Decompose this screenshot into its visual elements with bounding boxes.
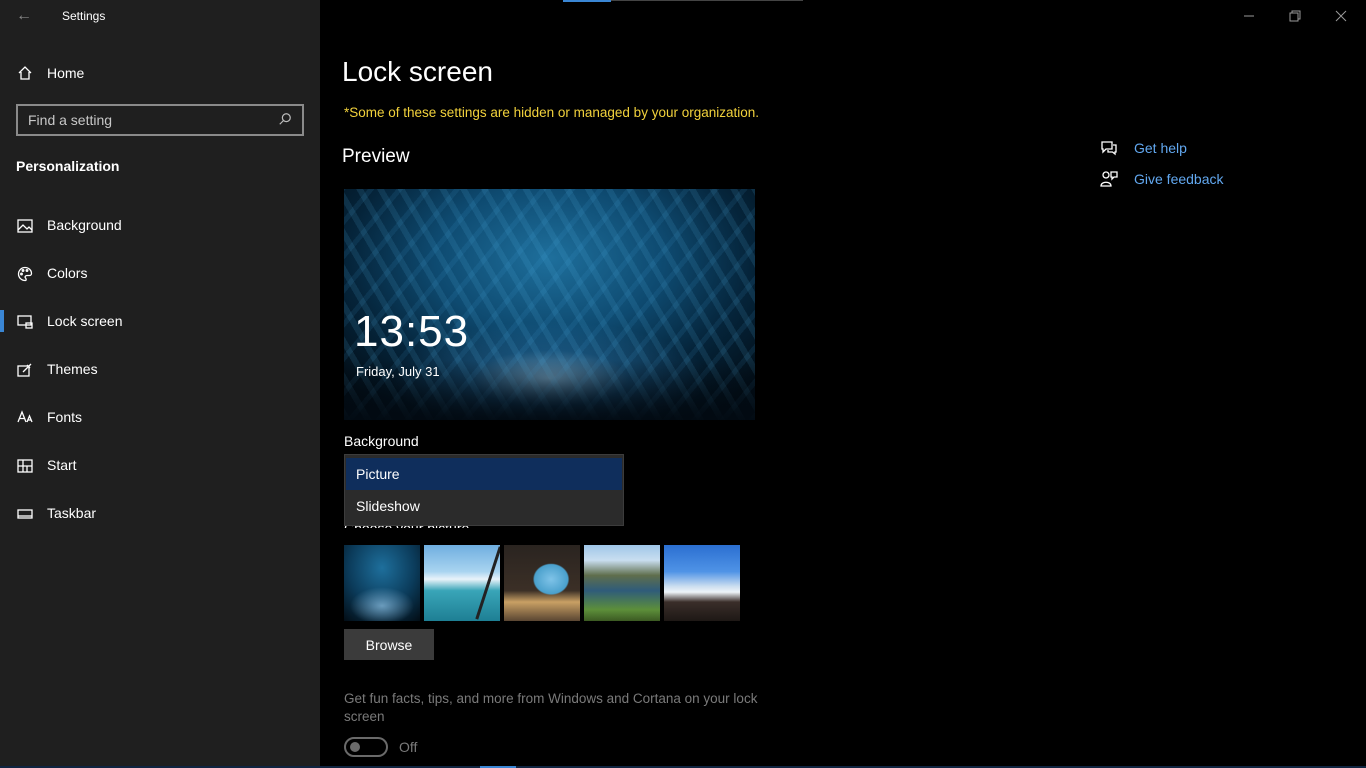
give-feedback-link[interactable]: Give feedback <box>1100 169 1300 191</box>
background-label: Background <box>344 433 419 449</box>
taskbar-icon <box>16 505 34 523</box>
close-icon[interactable] <box>1318 0 1364 32</box>
app-title: Settings <box>62 9 106 23</box>
preview-time: 13:53 <box>354 307 470 356</box>
browse-button[interactable]: Browse <box>344 629 434 660</box>
sidebar-item-label: Fonts <box>47 409 83 425</box>
fonts-icon <box>16 409 34 427</box>
sidebar-nav: Background Colors Lock screen Themes Fon… <box>0 206 320 542</box>
tips-setting-label: Get fun facts, tips, and more from Windo… <box>344 691 758 724</box>
give-feedback-label: Give feedback <box>1134 171 1224 187</box>
preview-date: Friday, July 31 <box>356 364 440 379</box>
picture-thumbnail[interactable] <box>664 545 740 621</box>
sidebar-item-label: Start <box>47 457 77 473</box>
tips-toggle-state: Off <box>399 739 418 755</box>
sidebar-item-label: Lock screen <box>47 313 123 329</box>
sidebar-item-label: Background <box>47 217 122 233</box>
home-icon <box>16 64 34 82</box>
sidebar-item-themes[interactable]: Themes <box>0 350 320 390</box>
sidebar-item-home[interactable]: Home <box>0 58 320 88</box>
get-help-label: Get help <box>1134 140 1187 156</box>
sidebar-item-label: Colors <box>47 265 88 281</box>
picture-thumbnail[interactable] <box>504 545 580 621</box>
sidebar-item-label: Themes <box>47 361 98 377</box>
dropdown-option-picture[interactable]: Picture <box>346 458 622 490</box>
restore-icon[interactable] <box>1272 0 1318 32</box>
background-dropdown[interactable]: Picture Slideshow <box>344 454 624 526</box>
preview-heading: Preview <box>342 146 410 167</box>
lock-screen-icon <box>16 313 34 331</box>
loading-indicator <box>563 0 803 2</box>
main-content: Lock screen *Some of these settings are … <box>320 0 1366 768</box>
picture-icon <box>16 217 34 235</box>
titlebar: ← Settings <box>0 0 320 32</box>
dropdown-option-slideshow[interactable]: Slideshow <box>346 490 622 522</box>
help-chat-icon <box>1100 139 1118 157</box>
section-title: Personalization <box>16 158 120 174</box>
sidebar-item-fonts[interactable]: Fonts <box>0 398 320 438</box>
sidebar-item-background[interactable]: Background <box>0 206 320 246</box>
page-title: Lock screen <box>342 56 493 87</box>
search-input[interactable] <box>18 106 268 134</box>
feedback-icon <box>1100 170 1118 188</box>
lock-screen-preview: 13:53 Friday, July 31 <box>344 189 755 420</box>
org-managed-notice: *Some of these settings are hidden or ma… <box>344 105 760 120</box>
picture-thumbnail[interactable] <box>344 545 420 621</box>
palette-icon <box>16 265 34 283</box>
back-arrow-icon[interactable]: ← <box>10 4 38 28</box>
sidebar-item-colors[interactable]: Colors <box>0 254 320 294</box>
search-box <box>16 104 304 136</box>
picture-thumbnail[interactable] <box>424 545 500 621</box>
sidebar-item-label: Home <box>47 65 85 81</box>
search-icon[interactable] <box>278 112 294 128</box>
start-icon <box>16 457 34 475</box>
sidebar-item-start[interactable]: Start <box>0 446 320 486</box>
toggle-knob <box>350 742 360 752</box>
sidebar-item-taskbar[interactable]: Taskbar <box>0 494 320 534</box>
window-controls <box>1226 0 1366 32</box>
sidebar-item-label: Taskbar <box>47 505 97 521</box>
loading-indicator-fill <box>563 0 611 2</box>
tips-toggle[interactable] <box>344 737 388 757</box>
sidebar-item-lock-screen[interactable]: Lock screen <box>0 302 320 342</box>
sidebar: ← Settings Home Personalization Backgrou… <box>0 0 320 768</box>
get-help-link[interactable]: Get help <box>1100 138 1300 160</box>
picture-thumbnail[interactable] <box>584 545 660 621</box>
themes-icon <box>16 361 34 379</box>
minimize-icon[interactable] <box>1226 0 1272 32</box>
